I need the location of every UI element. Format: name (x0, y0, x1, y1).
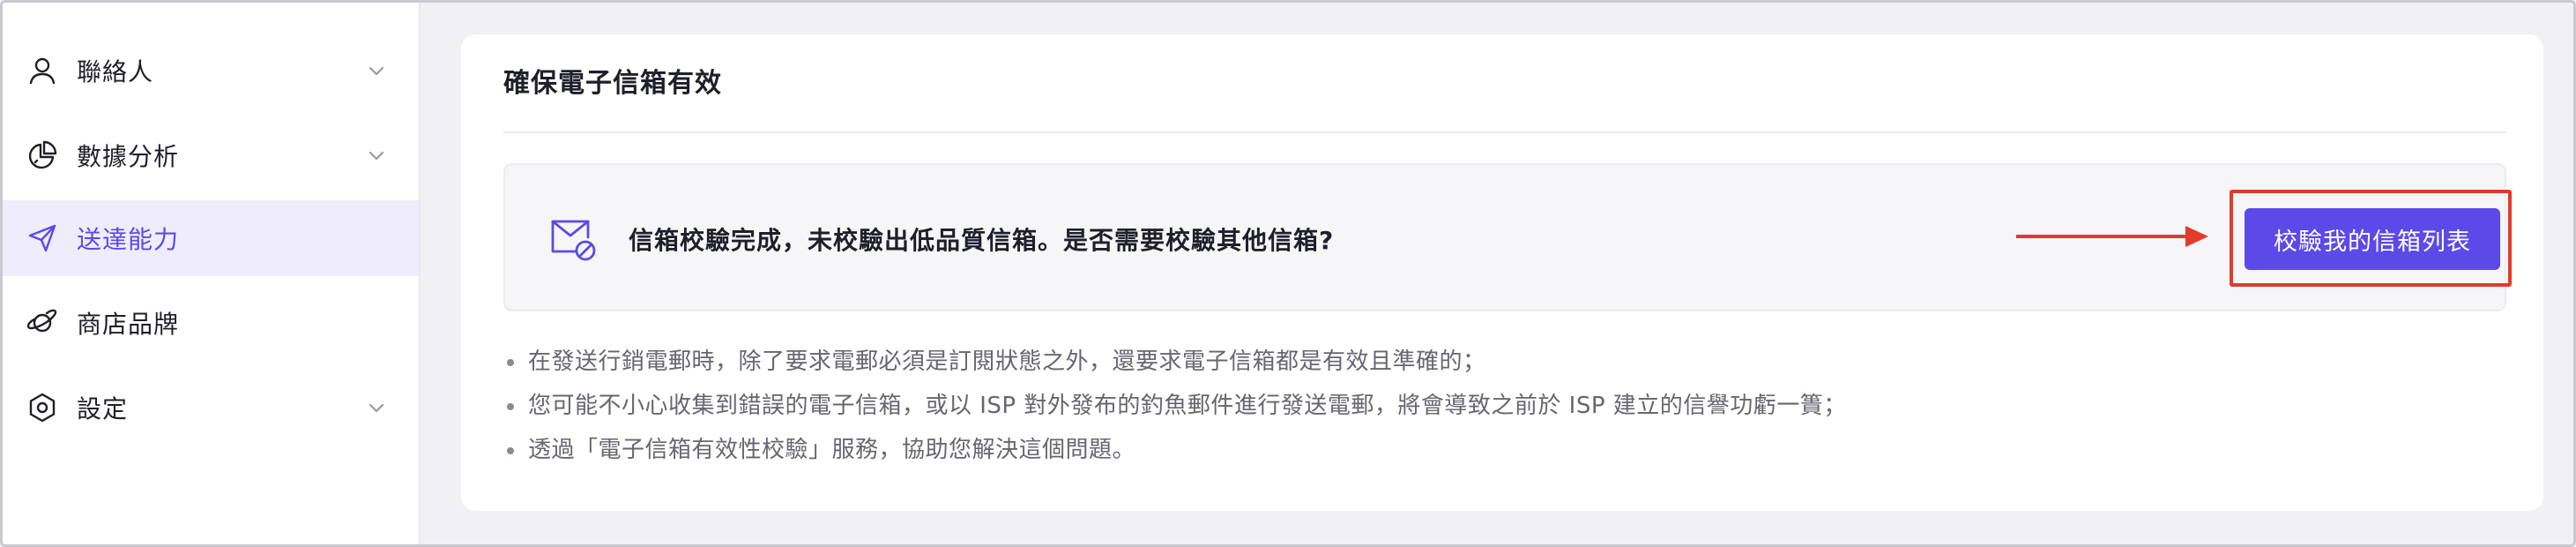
annotation-arrow (2016, 226, 2208, 247)
email-validity-card: 確保電子信箱有效 信箱校驗完成，未校驗出低品質信箱。是否需要校驗其他信箱? 校驗… (461, 34, 2543, 511)
list-item: 在發送行銷電郵時，除了要求電郵必須是訂閱狀態之外，還要求電子信箱都是有效且準確的… (503, 340, 1847, 384)
sidebar-item-label: 數據分析 (77, 142, 180, 171)
annotation-highlight-box: 校驗我的信箱列表 (2230, 190, 2512, 287)
sidebar-item-label: 設定 (77, 394, 129, 423)
pie-chart-icon (26, 139, 59, 172)
settings-icon (26, 391, 59, 424)
tips-list: 在發送行銷電郵時，除了要求電郵必須是訂閱狀態之外，還要求電子信箱都是有效且準確的… (503, 340, 1847, 472)
verify-email-list-button[interactable]: 校驗我的信箱列表 (2245, 208, 2500, 270)
chevron-down-icon[interactable] (366, 397, 387, 418)
sidebar-item-deliverability[interactable]: 送達能力 (3, 200, 419, 276)
sidebar-item-store-brand[interactable]: 商店品牌 (3, 285, 419, 361)
list-item: 透過「電子信箱有效性校驗」服務，協助您解決這個問題。 (503, 428, 1847, 472)
sidebar-item-label: 送達能力 (77, 225, 180, 254)
page-title: 確保電子信箱有效 (503, 68, 722, 99)
divider (503, 131, 2506, 133)
sidebar-item-label: 商店品牌 (77, 310, 180, 339)
sidebar-item-contacts[interactable]: 聯絡人 (3, 33, 419, 109)
sidebar-item-analytics[interactable]: 數據分析 (3, 117, 419, 193)
sidebar: 聯絡人 數據分析 送達能力 商店品牌 設定 (3, 3, 421, 544)
chevron-down-icon[interactable] (366, 145, 387, 166)
planet-icon (26, 306, 59, 340)
mail-blocked-icon (551, 220, 596, 261)
send-icon (26, 221, 59, 255)
sidebar-item-settings[interactable]: 設定 (3, 370, 419, 446)
app-window: 聯絡人 數據分析 送達能力 商店品牌 設定 確保電子信箱有效 信箱校驗完成，未校… (0, 0, 2576, 547)
notice-message: 信箱校驗完成，未校驗出低品質信箱。是否需要校驗其他信箱? (629, 226, 1335, 255)
chevron-down-icon[interactable] (366, 60, 387, 81)
verification-notice: 信箱校驗完成，未校驗出低品質信箱。是否需要校驗其他信箱? 校驗我的信箱列表 (503, 163, 2512, 311)
sidebar-item-label: 聯絡人 (77, 57, 154, 86)
user-icon (26, 54, 59, 87)
list-item: 您可能不小心收集到錯誤的電子信箱，或以 ISP 對外發布的釣魚郵件進行發送電郵，… (503, 384, 1847, 428)
